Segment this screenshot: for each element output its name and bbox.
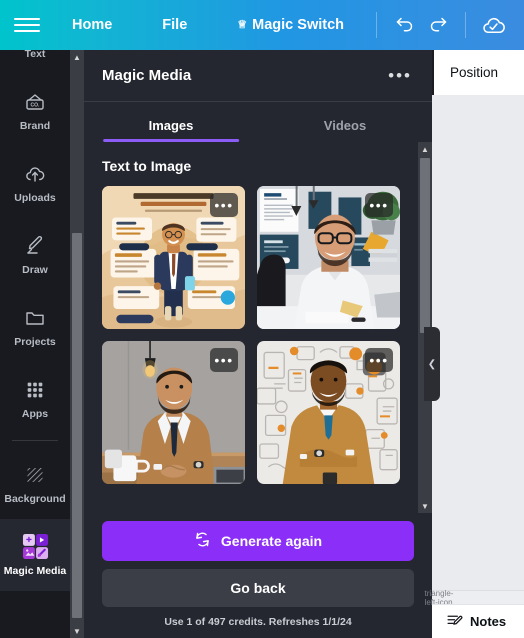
right-canvas-area: Position ❮ triangle-left-icon Notes: [424, 50, 524, 638]
sidebar-item-brand-label: Brand: [19, 119, 51, 132]
topbar-divider-1: [376, 12, 377, 38]
tab-images-label: Images: [148, 118, 194, 133]
panel-scrollbar-thumb[interactable]: [420, 158, 430, 333]
magic-media-panel: Magic Media ••• Images Videos Text to Im…: [84, 50, 432, 638]
results-grid: ••• ••• ••• •••: [102, 186, 400, 484]
sidebar-item-text[interactable]: Text: [0, 50, 70, 74]
credits-note: Use 1 of 497 credits. Refreshes 1/1/24: [164, 616, 352, 628]
brand-icon: CO.: [23, 89, 47, 115]
sidebar-item-draw-label: Draw: [22, 263, 48, 276]
panel-title: Magic Media: [102, 67, 192, 84]
generate-again-label: Generate again: [220, 533, 323, 549]
sidebar-item-brand[interactable]: CO. Brand: [0, 74, 70, 146]
topbar-item-home-label: Home: [72, 17, 113, 33]
topbar-item-home[interactable]: Home: [62, 11, 122, 39]
topbar-item-file[interactable]: File: [152, 11, 197, 39]
results-scroll-region: Text to Image ••• ••• ••• •••: [84, 142, 418, 513]
topbar-right-group: [366, 0, 510, 50]
sidebar-item-magic-media[interactable]: Magic Media: [0, 519, 70, 591]
sidebar-item-background[interactable]: Background: [0, 447, 70, 519]
hamburger-menu-icon[interactable]: [14, 12, 40, 38]
generated-image-4[interactable]: •••: [257, 341, 400, 484]
background-icon: [23, 462, 47, 488]
sidebar-item-projects-label: Projects: [14, 335, 56, 348]
sidebar-item-projects[interactable]: Projects: [0, 290, 70, 362]
left-sidebar-rail: Text CO. Brand Uploads Draw Projects App…: [0, 50, 70, 638]
draw-icon: [23, 233, 47, 259]
topbar-item-magic-switch[interactable]: ♕ Magic Switch: [227, 11, 354, 39]
top-toolbar: Home File ♕ Magic Switch: [0, 0, 524, 50]
tab-videos[interactable]: Videos: [258, 108, 432, 142]
panel-header: Magic Media •••: [84, 50, 432, 102]
panel-footer: Generate again Go back Use 1 of 497 cred…: [84, 513, 432, 638]
sidebar-scroll-up-arrow-icon[interactable]: ▲: [70, 50, 84, 64]
panel-tabs: Images Videos: [84, 102, 432, 142]
sidebar-item-draw[interactable]: Draw: [0, 218, 70, 290]
left-sidebar-scroll-content: Text CO. Brand Uploads Draw Projects App…: [0, 50, 70, 591]
generate-again-button[interactable]: Generate again: [102, 521, 414, 561]
topbar-item-file-label: File: [162, 17, 188, 33]
sidebar-item-magic-media-label: Magic Media: [3, 564, 67, 577]
chevron-left-icon: ❮: [427, 358, 437, 370]
design-canvas[interactable]: [432, 95, 524, 638]
sidebar-item-text-label: Text: [24, 50, 46, 60]
image-2-options-icon[interactable]: •••: [365, 193, 393, 217]
sidebar-item-uploads[interactable]: Uploads: [0, 146, 70, 218]
sidebar-divider: [12, 440, 58, 441]
canva-editor-window: Home File ♕ Magic Switch Text CO. Brand …: [0, 0, 524, 638]
generated-image-3[interactable]: •••: [102, 341, 245, 484]
sidebar-scrollbar[interactable]: ▲ ▼: [70, 50, 84, 638]
notes-label: Notes: [470, 614, 507, 629]
sidebar-item-uploads-label: Uploads: [14, 191, 56, 204]
canvas-toolbar: Position: [432, 50, 524, 95]
sidebar-item-apps-label: Apps: [21, 407, 49, 420]
canvas-scroll-left-arrow-icon[interactable]: triangle-left-icon: [425, 589, 454, 607]
magic-media-icon: [22, 533, 49, 560]
redo-icon[interactable]: [421, 8, 455, 42]
panel-scroll-up-arrow-icon[interactable]: ▲: [418, 142, 432, 156]
panel-more-options-icon[interactable]: •••: [386, 63, 414, 88]
topbar-divider-2: [465, 12, 466, 38]
image-1-options-icon[interactable]: •••: [210, 193, 238, 217]
sidebar-item-background-label: Background: [4, 492, 66, 505]
projects-folder-icon: [23, 305, 47, 331]
image-3-options-icon[interactable]: •••: [210, 348, 238, 372]
undo-icon[interactable]: [387, 8, 421, 42]
topbar-item-magic-switch-label: Magic Switch: [252, 17, 345, 33]
panel-scroll-down-arrow-icon[interactable]: ▼: [418, 499, 432, 513]
panel-body: Text to Image ••• ••• ••• ••• ▲ ▼: [84, 142, 432, 513]
notes-pencil-icon: [446, 612, 463, 632]
tab-images[interactable]: Images: [84, 108, 258, 142]
canvas-horizontal-scrollbar[interactable]: triangle-left-icon: [425, 589, 524, 607]
go-back-button[interactable]: Go back: [102, 569, 414, 607]
image-4-options-icon[interactable]: •••: [365, 348, 393, 372]
tab-videos-label: Videos: [323, 118, 367, 133]
generated-image-2[interactable]: •••: [257, 186, 400, 329]
generated-image-1[interactable]: •••: [102, 186, 245, 329]
cloud-check-icon[interactable]: [476, 8, 510, 42]
section-title-text-to-image: Text to Image: [102, 158, 192, 174]
go-back-label: Go back: [230, 580, 286, 596]
notes-bar[interactable]: Notes: [432, 604, 524, 638]
sidebar-scroll-down-arrow-icon[interactable]: ▼: [70, 624, 84, 638]
uploads-icon: [23, 161, 47, 187]
crown-icon: ♕: [237, 18, 248, 31]
position-button[interactable]: Position: [450, 65, 498, 80]
svg-text:CO.: CO.: [31, 102, 41, 108]
panel-collapse-handle[interactable]: ❮: [424, 327, 440, 401]
refresh-icon: [194, 531, 211, 551]
sidebar-scrollbar-thumb[interactable]: [72, 233, 82, 618]
apps-grid-icon: [24, 377, 46, 403]
sidebar-item-apps[interactable]: Apps: [0, 362, 70, 434]
